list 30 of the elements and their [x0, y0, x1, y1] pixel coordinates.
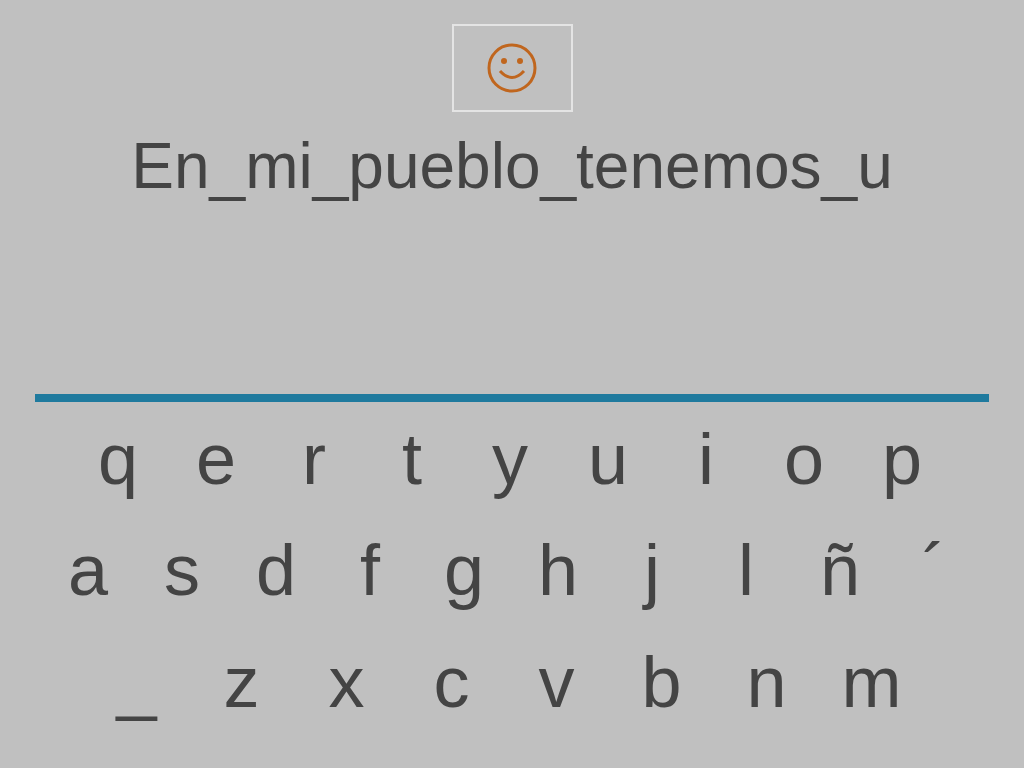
key-button[interactable]: z	[189, 637, 294, 727]
key-button[interactable]: ´	[887, 525, 981, 615]
key-button[interactable]: j	[605, 525, 699, 615]
key-button[interactable]: o	[755, 414, 853, 504]
key-button[interactable]: b	[609, 637, 714, 727]
sentence-text: En_mi_pueblo_tenemos_u	[131, 129, 893, 204]
key-button[interactable]: m	[819, 637, 924, 727]
key-button[interactable]: v	[504, 637, 609, 727]
smiley-button[interactable]	[451, 24, 573, 112]
key-button[interactable]: f	[323, 525, 417, 615]
key-button[interactable]: r	[265, 414, 363, 504]
key-button[interactable]: c	[399, 637, 504, 727]
key-button[interactable]: x	[294, 637, 399, 727]
key-button[interactable]: a	[41, 525, 135, 615]
key-button[interactable]: q	[69, 414, 167, 504]
key-button[interactable]: l	[699, 525, 793, 615]
key-button[interactable]: n	[714, 637, 819, 727]
key-button[interactable]: y	[461, 414, 559, 504]
key-button[interactable]: d	[229, 525, 323, 615]
smiley-icon	[486, 42, 538, 94]
key-button[interactable]: _	[84, 637, 189, 727]
key-button[interactable]: i	[657, 414, 755, 504]
key-button[interactable]: e	[167, 414, 265, 504]
key-button[interactable]: g	[417, 525, 511, 615]
key-button[interactable]: p	[853, 414, 951, 504]
key-button[interactable]: ñ	[793, 525, 887, 615]
key-button[interactable]: s	[135, 525, 229, 615]
key-button[interactable]: h	[511, 525, 605, 615]
key-button[interactable]: t	[363, 414, 461, 504]
key-button[interactable]: u	[559, 414, 657, 504]
